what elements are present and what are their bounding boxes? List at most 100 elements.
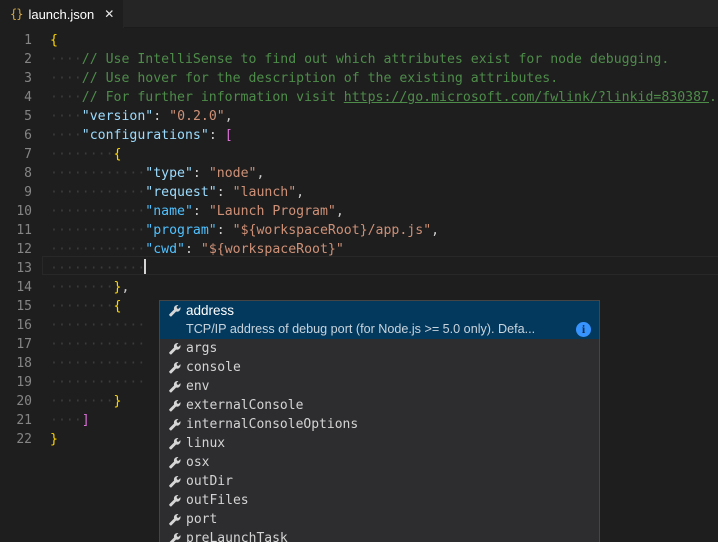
line-content[interactable]: ············"program": "${workspaceRoot}…: [46, 221, 718, 240]
suggestion-item-label: externalConsole: [186, 398, 303, 413]
code-line[interactable]: 3····// Use hover for the description of…: [0, 69, 718, 88]
suggestion-item[interactable]: outDir: [160, 472, 599, 491]
code-editor[interactable]: 1{2····// Use IntelliSense to find out w…: [0, 28, 718, 542]
code-line[interactable]: 9············"request": "launch",: [0, 183, 718, 202]
code-line[interactable]: 2····// Use IntelliSense to find out whi…: [0, 50, 718, 69]
code-token-str: "0.2.0": [169, 109, 225, 124]
code-line[interactable]: 14········},: [0, 278, 718, 297]
suggestion-item[interactable]: env: [160, 377, 599, 396]
line-content[interactable]: ············"name": "Launch Program",: [46, 202, 718, 221]
suggestion-item-label: env: [186, 379, 209, 394]
code-token-ws: ············: [50, 318, 145, 333]
line-content[interactable]: ····"version": "0.2.0",: [46, 107, 718, 126]
line-content[interactable]: ············"type": "node",: [46, 164, 718, 183]
code-token-colon: :: [153, 109, 169, 124]
wrench-icon: [166, 303, 182, 319]
suggestion-item-label: outDir: [186, 474, 233, 489]
line-number: 22: [0, 430, 46, 449]
line-number: 10: [0, 202, 46, 221]
code-token-ws: ····: [50, 52, 82, 67]
line-content[interactable]: ············: [46, 259, 718, 278]
code-token-brk: {: [114, 299, 122, 314]
line-content[interactable]: ····// Use hover for the description of …: [46, 69, 718, 88]
code-token-key: "request": [145, 185, 216, 200]
code-token-ws: ············: [50, 204, 145, 219]
suggestion-item[interactable]: linux: [160, 434, 599, 453]
wrench-icon: [166, 493, 182, 509]
line-content[interactable]: ············"cwd": "${workspaceRoot}": [46, 240, 718, 259]
code-token-ws: ····: [50, 71, 82, 86]
line-number: 17: [0, 335, 46, 354]
suggestion-item[interactable]: preLaunchTask: [160, 529, 599, 542]
code-token-ws: ········: [50, 299, 114, 314]
suggestion-item-label: outFiles: [186, 493, 249, 508]
line-content[interactable]: {: [46, 31, 718, 50]
code-token-ws: ····: [50, 128, 82, 143]
line-content[interactable]: ········},: [46, 278, 718, 297]
info-icon[interactable]: i: [576, 322, 591, 337]
code-token-str: "node": [209, 166, 257, 181]
line-number: 16: [0, 316, 46, 335]
suggestion-item-label: preLaunchTask: [186, 531, 288, 542]
line-content[interactable]: ····// For further information visit htt…: [46, 88, 718, 107]
code-token-ws: ············: [50, 356, 145, 371]
suggestion-item[interactable]: externalConsole: [160, 396, 599, 415]
wrench-icon: [166, 379, 182, 395]
line-number: 9: [0, 183, 46, 202]
code-line[interactable]: 6····"configurations": [: [0, 126, 718, 145]
code-line[interactable]: 1{: [0, 31, 718, 50]
code-token-ws: ········: [50, 280, 114, 295]
code-line[interactable]: 11············"program": "${workspaceRoo…: [0, 221, 718, 240]
wrench-icon: [166, 360, 182, 376]
code-token-comment: .: [709, 90, 717, 105]
code-token-link[interactable]: https://go.microsoft.com/fwlink/?linkid=…: [344, 90, 709, 105]
code-token-ws: ············: [50, 166, 145, 181]
code-token-ws: ············: [50, 261, 145, 276]
code-token-comma: ,: [121, 280, 129, 295]
code-line[interactable]: 4····// For further information visit ht…: [0, 88, 718, 107]
suggestion-item[interactable]: addressTCP/IP address of debug port (for…: [160, 301, 599, 339]
suggestion-item[interactable]: osx: [160, 453, 599, 472]
code-line[interactable]: 13············: [0, 259, 718, 278]
line-number: 21: [0, 411, 46, 430]
tab-launch-json[interactable]: {} launch.json ✕: [0, 0, 124, 28]
wrench-icon: [166, 474, 182, 490]
suggestion-item[interactable]: console: [160, 358, 599, 377]
code-token-keyhot: "cwd": [145, 242, 185, 257]
line-number: 7: [0, 145, 46, 164]
code-token-ws: ····: [50, 413, 82, 428]
suggestion-item[interactable]: internalConsoleOptions: [160, 415, 599, 434]
code-line[interactable]: 8············"type": "node",: [0, 164, 718, 183]
line-content[interactable]: ····"configurations": [: [46, 126, 718, 145]
suggestion-widget[interactable]: addressTCP/IP address of debug port (for…: [159, 300, 600, 542]
code-token-comment: // Use IntelliSense to find out which at…: [82, 52, 670, 67]
suggestion-item-header: address: [160, 301, 599, 320]
line-number: 15: [0, 297, 46, 316]
code-token-brk: }: [50, 432, 58, 447]
json-braces-icon: {}: [10, 7, 22, 21]
code-token-key: "configurations": [82, 128, 209, 143]
line-number: 4: [0, 88, 46, 107]
line-content[interactable]: ············"request": "launch",: [46, 183, 718, 202]
code-line[interactable]: 12············"cwd": "${workspaceRoot}": [0, 240, 718, 259]
code-token-colon: :: [193, 204, 209, 219]
code-token-ws: ········: [50, 147, 114, 162]
code-token-colon: :: [217, 223, 233, 238]
line-content[interactable]: ····// Use IntelliSense to find out whic…: [46, 50, 718, 69]
line-number: 18: [0, 354, 46, 373]
code-token-brk2: [: [225, 128, 233, 143]
code-token-brk: {: [114, 147, 122, 162]
code-line[interactable]: 7········{: [0, 145, 718, 164]
code-token-colon: :: [185, 242, 201, 257]
code-token-ws: ············: [50, 242, 145, 257]
suggestion-item[interactable]: args: [160, 339, 599, 358]
suggestion-item[interactable]: outFiles: [160, 491, 599, 510]
code-line[interactable]: 10············"name": "Launch Program",: [0, 202, 718, 221]
code-token-colon: :: [209, 128, 225, 143]
close-icon[interactable]: ✕: [104, 8, 114, 20]
line-number: 1: [0, 31, 46, 50]
code-line[interactable]: 5····"version": "0.2.0",: [0, 107, 718, 126]
line-content[interactable]: ········{: [46, 145, 718, 164]
line-number: 12: [0, 240, 46, 259]
suggestion-item[interactable]: port: [160, 510, 599, 529]
